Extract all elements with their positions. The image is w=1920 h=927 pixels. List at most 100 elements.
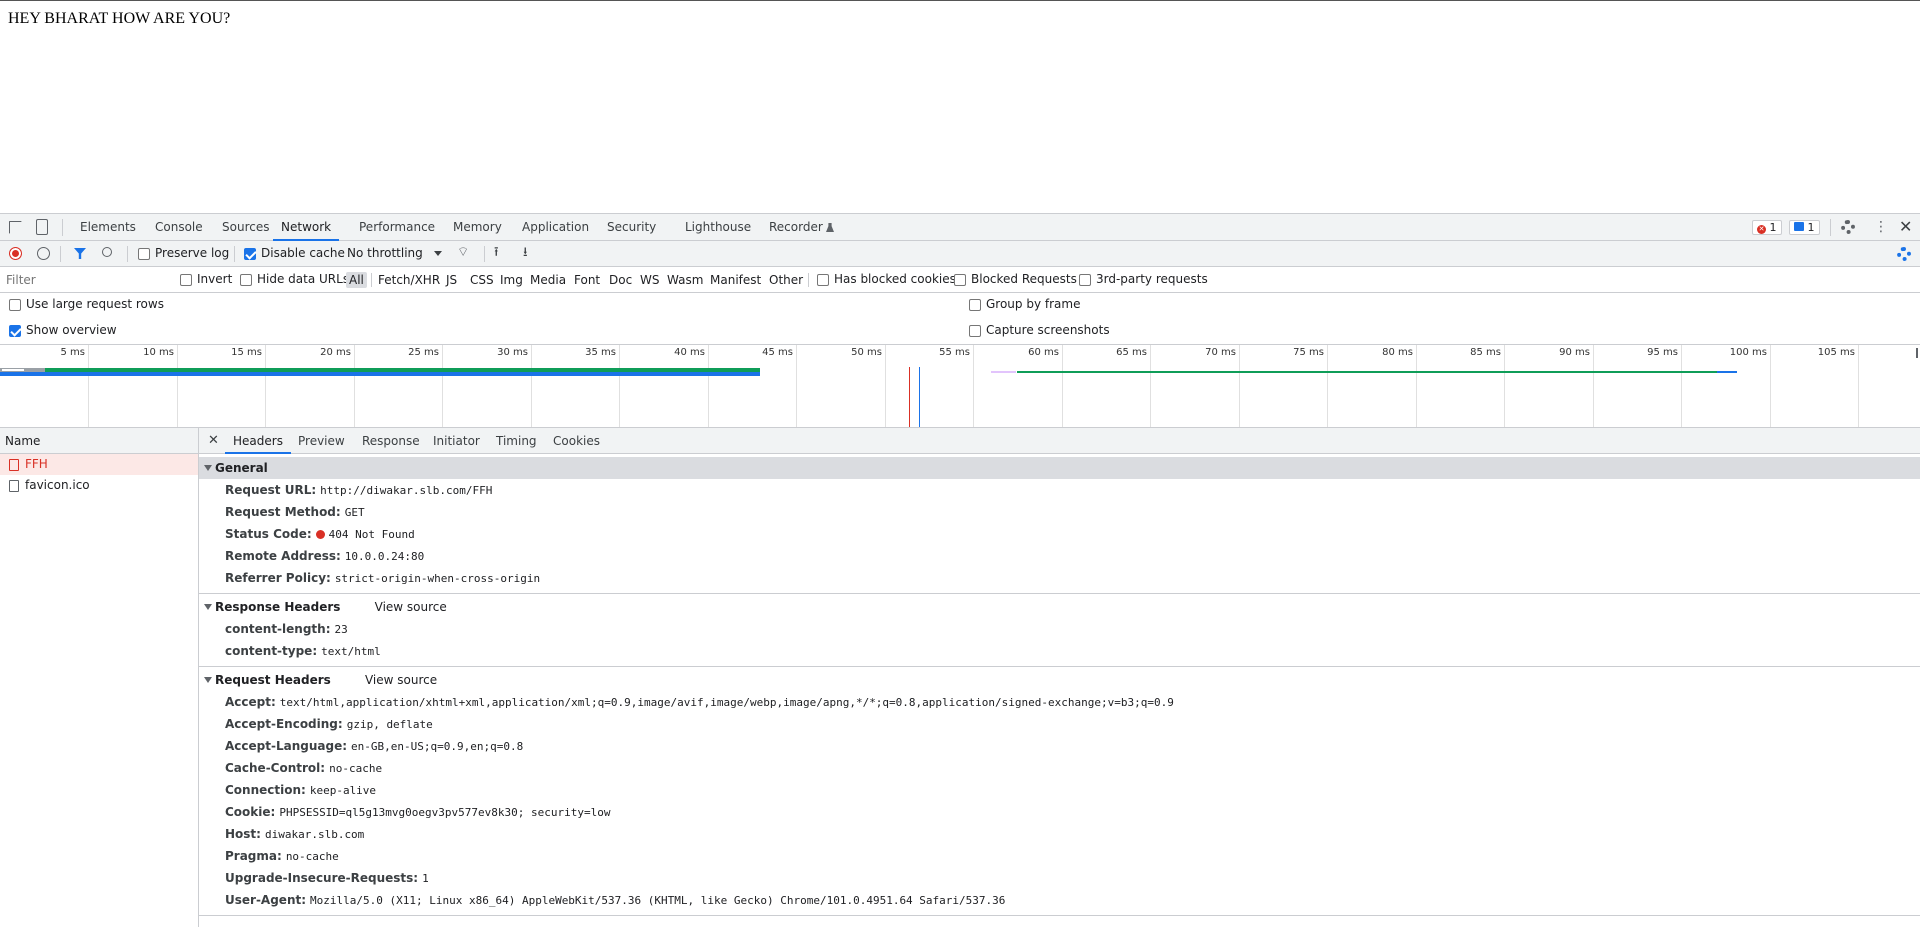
disable-cache-checkbox[interactable] (244, 248, 256, 260)
filter-type-ws[interactable]: WS (637, 272, 662, 288)
clear-icon[interactable] (37, 247, 50, 260)
overview-bar-blue (0, 372, 760, 376)
header-value[interactable]: 10.0.0.24:80 (345, 550, 424, 563)
request-row-favicon[interactable]: favicon.ico (0, 475, 198, 496)
header-value[interactable]: gzip, deflate (347, 718, 433, 731)
header-key: User-Agent: (225, 893, 307, 907)
tab-lighthouse[interactable]: Lighthouse (685, 214, 751, 241)
device-toolbar-icon[interactable] (36, 219, 48, 235)
settings-gear-icon[interactable] (1841, 220, 1855, 234)
tab-recorder[interactable]: Recorder (769, 214, 823, 241)
header-key: content-type: (225, 644, 318, 658)
error-icon: ✕ (1757, 225, 1766, 234)
filter-type-media[interactable]: Media (527, 272, 569, 288)
timeline-gridline (442, 345, 443, 427)
timeline-tick-label: 105 ms (1817, 347, 1855, 358)
header-value[interactable]: text/html,application/xhtml+xml,applicat… (280, 696, 1174, 709)
header-key: Accept-Encoding: (225, 717, 343, 731)
header-value[interactable]: 23 (335, 623, 348, 636)
filter-type-manifest[interactable]: Manifest (707, 272, 764, 288)
large-rows-checkbox[interactable] (9, 299, 21, 311)
header-row: content-type: text/html (199, 640, 1920, 662)
header-value[interactable]: http://diwakar.slb.com/FFH (320, 484, 492, 497)
chevron-down-icon[interactable] (434, 251, 442, 256)
throttling-select[interactable]: No throttling (347, 246, 423, 260)
filter-type-all[interactable]: All (346, 272, 367, 288)
tab-sources[interactable]: Sources (222, 214, 269, 241)
header-value[interactable]: 404 Not Found (329, 528, 415, 541)
close-details-icon[interactable]: ✕ (208, 428, 219, 454)
filter-type-js[interactable]: JS (443, 272, 460, 288)
header-value[interactable]: no-cache (286, 850, 339, 863)
header-value[interactable]: en-GB,en-US;q=0.9,en;q=0.8 (351, 740, 523, 753)
group-by-frame-checkbox[interactable] (969, 299, 981, 311)
capture-screenshots-checkbox[interactable] (969, 325, 981, 337)
header-value[interactable]: no-cache (329, 762, 382, 775)
filter-type-doc[interactable]: Doc (606, 272, 635, 288)
tab-preview[interactable]: Preview (298, 428, 345, 454)
invert-checkbox[interactable] (180, 274, 192, 286)
network-settings-gear-icon[interactable] (1897, 247, 1911, 261)
page-viewport: HEY BHARAT HOW ARE YOU? (0, 0, 1920, 213)
close-devtools-icon[interactable]: ✕ (1899, 218, 1912, 236)
export-har-icon[interactable]: ⭳ (523, 245, 528, 261)
header-key: Cache-Control: (225, 761, 326, 775)
filter-type-font[interactable]: Font (571, 272, 603, 288)
tab-headers[interactable]: Headers (225, 428, 291, 454)
import-har-icon[interactable]: ⭱ (494, 245, 499, 261)
filter-funnel-icon[interactable] (74, 248, 86, 259)
response-headers-header[interactable]: Response Headers View source (199, 596, 1920, 618)
header-value[interactable]: GET (345, 506, 365, 519)
message-count-badge[interactable]: 1 (1789, 220, 1820, 235)
has-blocked-cookies-checkbox[interactable] (817, 274, 829, 286)
name-column-header[interactable]: Name (0, 428, 198, 454)
filter-type-img[interactable]: Img (497, 272, 526, 288)
more-options-icon[interactable]: ⋮ (1874, 219, 1888, 235)
show-overview-checkbox[interactable] (9, 325, 21, 337)
general-section-header[interactable]: General (199, 457, 1920, 479)
tab-initiator[interactable]: Initiator (433, 428, 480, 454)
tab-elements[interactable]: Elements (80, 214, 136, 241)
header-value[interactable]: diwakar.slb.com (265, 828, 364, 841)
tab-memory[interactable]: Memory (453, 214, 502, 241)
filter-type-fetch-xhr[interactable]: Fetch/XHR (375, 272, 443, 288)
tab-performance[interactable]: Performance (359, 214, 435, 241)
header-value[interactable]: 1 (422, 872, 429, 885)
timeline-tick-label: 35 ms (585, 347, 616, 358)
filter-type-other[interactable]: Other (766, 272, 806, 288)
tab-timing[interactable]: Timing (496, 428, 537, 454)
timeline-gridline (973, 345, 974, 427)
message-count: 1 (1807, 221, 1815, 234)
tab-application[interactable]: Application (522, 214, 589, 241)
filter-type-wasm[interactable]: Wasm (664, 272, 706, 288)
third-party-checkbox[interactable] (1079, 274, 1091, 286)
request-row-ffh[interactable]: FFH (0, 454, 198, 475)
header-value[interactable]: PHPSESSID=ql5g13mvg0oegv3pv577ev8k30; se… (279, 806, 610, 819)
request-view-source-button[interactable]: View source (365, 673, 437, 687)
timeline-gridline (1239, 345, 1240, 427)
network-overview-timeline[interactable]: 5 ms 10 ms 15 ms 20 ms 25 ms 30 ms 35 ms 40 ms 4… (0, 345, 1920, 428)
header-value[interactable]: strict-origin-when-cross-origin (335, 572, 540, 585)
filter-type-css[interactable]: CSS (467, 272, 497, 288)
tab-network[interactable]: Network (273, 214, 340, 241)
record-icon[interactable] (9, 247, 22, 260)
tab-cookies[interactable]: Cookies (553, 428, 600, 454)
search-icon[interactable] (102, 247, 112, 257)
preserve-log-checkbox[interactable] (138, 248, 150, 260)
network-conditions-icon[interactable]: ⌔ (457, 246, 469, 260)
overview-end-marker[interactable] (1916, 348, 1918, 358)
header-value[interactable]: keep-alive (310, 784, 376, 797)
response-view-source-button[interactable]: View source (375, 600, 447, 614)
tab-response[interactable]: Response (362, 428, 420, 454)
inspect-element-icon[interactable] (9, 221, 22, 234)
tab-console[interactable]: Console (155, 214, 203, 241)
header-value[interactable]: Mozilla/5.0 (X11; Linux x86_64) AppleWeb… (310, 894, 1005, 907)
request-headers-header[interactable]: Request Headers View source (199, 669, 1920, 691)
filter-input[interactable] (2, 271, 166, 289)
hide-data-urls-checkbox[interactable] (240, 274, 252, 286)
blocked-requests-checkbox[interactable] (954, 274, 966, 286)
header-row: Remote Address: 10.0.0.24:80 (199, 545, 1920, 567)
tab-security[interactable]: Security (607, 214, 656, 241)
error-count-badge[interactable]: ✕ 1 (1752, 220, 1782, 235)
header-value[interactable]: text/html (321, 645, 381, 658)
